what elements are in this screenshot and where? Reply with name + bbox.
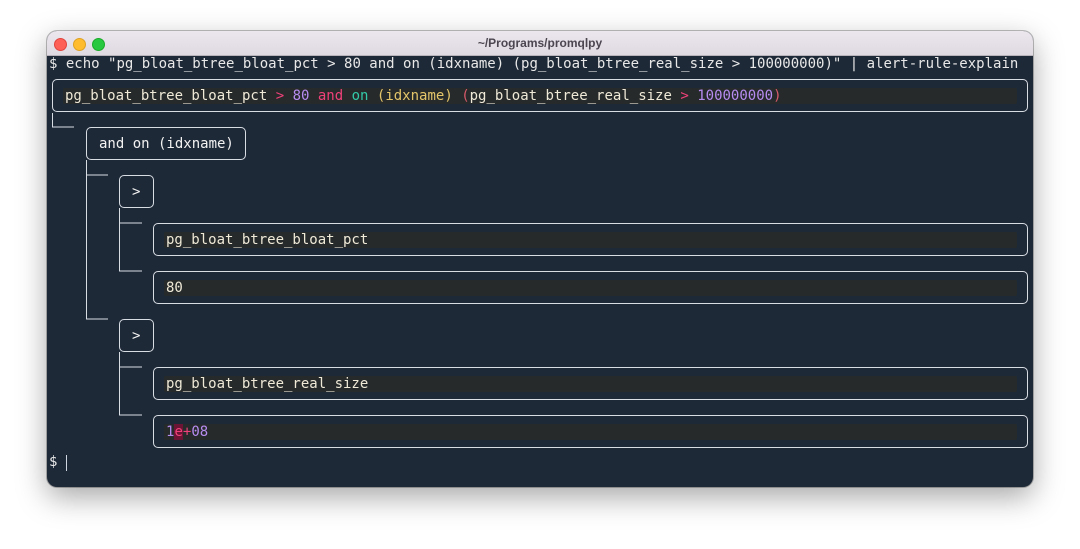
expr-keyword-on: on: [351, 88, 369, 104]
expr-keyword-and: and: [309, 88, 352, 104]
expr-operator-gt-2: >: [671, 88, 698, 104]
metric-node-bloat-pct[interactable]: pg_bloat_btree_bloat_pct: [153, 223, 1028, 256]
metric-node-bloat-pct-label: pg_bloat_btree_bloat_pct: [166, 232, 369, 248]
gt-operator-node-1-label: >: [132, 184, 141, 200]
number-node-1e08-label: 1e+08: [166, 423, 208, 441]
expr-metric-real-size: pg_bloat_btree_real_size: [469, 88, 672, 104]
metric-node-real-size[interactable]: pg_bloat_btree_real_size: [153, 367, 1028, 400]
number-exponent-e: e: [174, 424, 183, 440]
number-node-1e08-highlight: [164, 424, 1017, 440]
number-exponent-digits: 08: [191, 424, 209, 440]
text-cursor: [66, 455, 67, 471]
gt-operator-node-2[interactable]: >: [119, 319, 154, 352]
final-shell-prompt: $: [49, 454, 58, 470]
and-on-node-label: and on (idxname): [99, 136, 234, 152]
expr-metric-bloat-pct: pg_bloat_btree_bloat_pct: [65, 88, 268, 104]
number-node-80-highlight: [164, 280, 1017, 296]
terminal-window: ~/Programs/promqlpy $ echo "pg_bloat_btr…: [47, 31, 1033, 487]
and-on-node[interactable]: and on (idxname): [86, 127, 246, 160]
expr-operator-gt-1: >: [267, 88, 293, 104]
expr-open-paren: (: [461, 88, 470, 104]
final-prompt-line[interactable]: $: [49, 453, 57, 471]
gt-operator-node-2-label: >: [132, 328, 141, 344]
expr-label-group: (idxname): [368, 88, 462, 104]
expr-number-80: 80: [292, 88, 310, 104]
number-node-80-label: 80: [166, 280, 183, 296]
metric-node-real-size-label: pg_bloat_btree_real_size: [166, 376, 369, 392]
root-expression-text: pg_bloat_btree_bloat_pct > 80 and on (id…: [65, 87, 782, 105]
expr-close-paren: ): [773, 88, 782, 104]
number-node-1e08[interactable]: 1e+08: [153, 415, 1028, 448]
root-expression-node[interactable]: pg_bloat_btree_bloat_pct > 80 and on (id…: [52, 79, 1028, 112]
expr-number-100000000: 100000000: [697, 88, 774, 104]
number-node-80[interactable]: 80: [153, 271, 1028, 304]
gt-operator-node-1[interactable]: >: [119, 175, 154, 208]
